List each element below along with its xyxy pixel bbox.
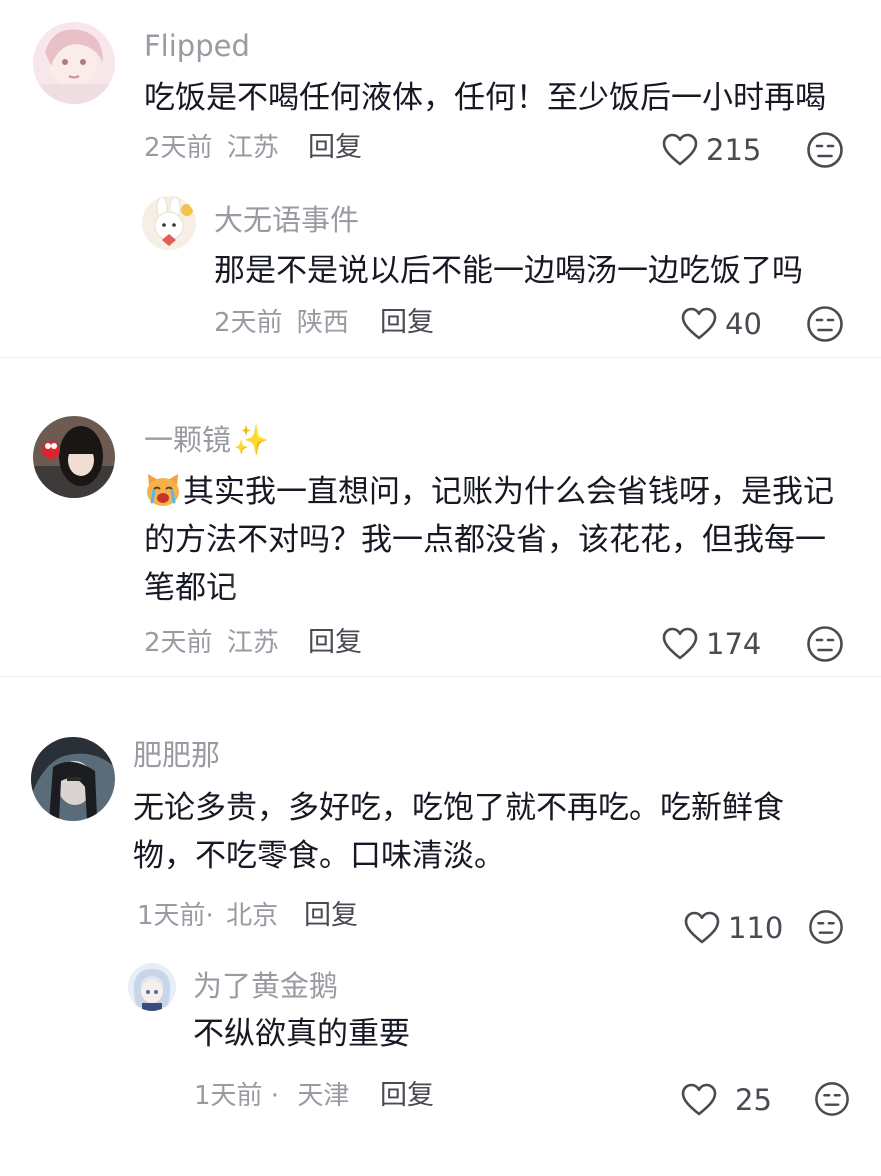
avatar[interactable]: [128, 963, 176, 1011]
like-count: 40: [725, 306, 762, 341]
comment-text-line: 的方法不对吗？我一点都没省，该花花，但我每一: [144, 522, 826, 558]
reply-location: 陕西: [296, 308, 349, 338]
reply-time: 1天前 ·: [194, 1081, 280, 1111]
sparkles-icon: ✨: [233, 423, 270, 457]
comment-meta: 1天前· 北京: [137, 903, 278, 929]
avatar-image: [31, 737, 115, 821]
reply-meta: 1天前 · 天津: [194, 1083, 349, 1109]
crying-cat-sticker: [147, 474, 179, 506]
like-count: 215: [706, 132, 762, 167]
avatar[interactable]: [33, 416, 115, 498]
reply-time: 2天前: [214, 308, 283, 338]
heart-outline-icon: [681, 1083, 717, 1116]
avatar[interactable]: [31, 737, 115, 821]
reply-text-line: 不纵欲真的重要: [193, 1016, 410, 1052]
comment-meta: 2天前 江苏: [144, 630, 279, 656]
comment-username[interactable]: Flipped: [144, 32, 250, 61]
comment-text-line: 物，不吃零食。口味清淡。: [133, 838, 505, 874]
heart-outline-icon: [662, 627, 698, 660]
avatar[interactable]: [33, 22, 115, 104]
reply-username[interactable]: 为了黄金鹅: [193, 972, 338, 1001]
comment-text: 其实我一直想问，记账为什么会省钱呀，是我记 的方法不对吗？我一点都没省，该花花，…: [144, 468, 834, 612]
like-button[interactable]: 174: [662, 624, 761, 664]
reply-username[interactable]: 大无语事件: [214, 206, 359, 235]
avatar-image: [142, 196, 196, 250]
reply-meta: 2天前 陕西: [214, 310, 349, 336]
neutral-face-icon: [807, 626, 843, 662]
reply-text: 那是不是说以后不能一边喝汤一边吃饭了吗: [214, 247, 803, 295]
dislike-button[interactable]: [806, 625, 844, 667]
comment-text-line: 无论多贵，多好吃，吃饱了就不再吃。吃新鲜食: [133, 790, 784, 826]
comment-time: 2天前: [144, 628, 213, 658]
like-count: 110: [728, 910, 784, 945]
comment-meta: 2天前 江苏: [144, 135, 279, 161]
comment-location: 江苏: [226, 133, 279, 163]
reply-button[interactable]: 回复: [380, 309, 434, 336]
dislike-button[interactable]: [814, 1081, 850, 1121]
reply-button[interactable]: 回复: [380, 1082, 434, 1109]
like-button[interactable]: 40: [681, 304, 762, 344]
comment-username[interactable]: 肥肥那: [133, 741, 220, 770]
avatar-image: [33, 22, 115, 104]
reply-button[interactable]: 回复: [308, 134, 362, 161]
comment-username-text: 一颗镜: [144, 423, 232, 457]
reply-button[interactable]: 回复: [304, 902, 358, 929]
heart-outline-icon: [684, 911, 720, 944]
dislike-button[interactable]: [808, 909, 844, 949]
like-button[interactable]: 215: [662, 130, 761, 170]
avatar-image: [33, 416, 115, 498]
like-count: 174: [706, 626, 762, 661]
comment-divider: [0, 676, 881, 677]
comment-text-line: 其实我一直想问，记账为什么会省钱呀，是我记: [144, 468, 834, 516]
heart-outline-icon: [681, 307, 717, 340]
comment-text: 吃饭是不喝任何液体，任何！至少饭后一小时再喝: [144, 74, 826, 122]
comment-time: 2天前: [144, 133, 213, 163]
heart-outline-icon: [662, 133, 698, 166]
reply-button[interactable]: 回复: [308, 629, 362, 656]
comment-username[interactable]: 一颗镜✨: [144, 426, 269, 455]
like-button[interactable]: 25: [681, 1080, 772, 1120]
comment-location: 北京: [226, 901, 279, 931]
avatar-image: [128, 963, 176, 1011]
neutral-face-icon: [807, 306, 843, 342]
reply-text-line: 那是不是说以后不能一边喝汤一边吃饭了吗: [214, 253, 803, 289]
neutral-face-icon: [815, 1082, 849, 1116]
comment-divider: [0, 357, 881, 358]
comment-text-line: 笔都记: [144, 564, 834, 612]
comment-location: 江苏: [226, 628, 279, 658]
dislike-button[interactable]: [806, 131, 844, 173]
neutral-face-icon: [807, 132, 843, 168]
comment-text: 无论多贵，多好吃，吃饱了就不再吃。吃新鲜食 物，不吃零食。口味清淡。: [133, 784, 784, 880]
like-count: 25: [735, 1082, 772, 1117]
comment-text-line: 吃饭是不喝任何液体，任何！至少饭后一小时再喝: [144, 80, 826, 116]
comment-time: 1天前·: [137, 901, 214, 931]
neutral-face-icon: [809, 910, 843, 944]
dislike-button[interactable]: [806, 305, 844, 347]
expand-text-fade: 笔都记: [144, 570, 291, 606]
like-button[interactable]: 110: [684, 908, 783, 948]
reply-location: 天津: [297, 1081, 350, 1111]
reply-text: 不纵欲真的重要: [193, 1010, 410, 1058]
avatar[interactable]: [142, 196, 196, 250]
